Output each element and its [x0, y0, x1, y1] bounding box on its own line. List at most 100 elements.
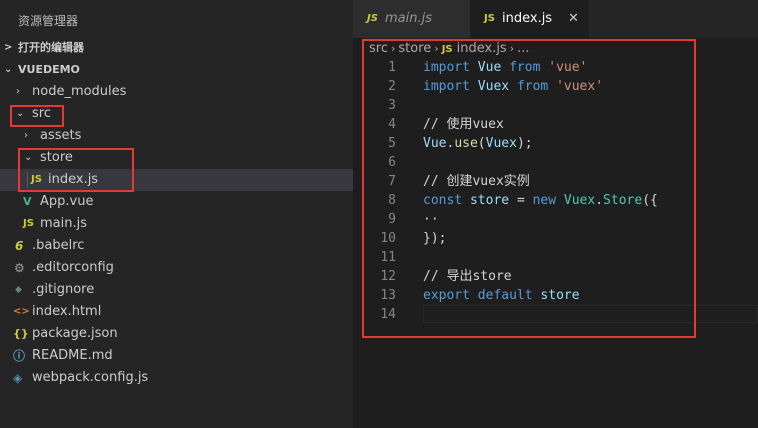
tree-item-webpack-config[interactable]: ◈ webpack.config.js — [0, 367, 353, 389]
line-number: 11 — [380, 250, 396, 265]
tree-item-package-json[interactable]: {} package.json — [0, 323, 353, 345]
line-number: 9 — [388, 212, 396, 227]
info-icon: ⓘ — [13, 349, 26, 363]
js-file-icon: JS — [31, 174, 42, 185]
tree-item-app-vue[interactable]: V App.vue — [0, 191, 353, 213]
open-editors-section[interactable]: > 打开的编辑器 — [0, 37, 353, 59]
code-editor[interactable]: 1 import Vue from 'vue' 2 import Vuex fr… — [353, 58, 758, 428]
tree-item-label: index.js — [48, 172, 99, 187]
tree-item-store[interactable]: ⌄ store — [0, 147, 353, 169]
chevron-right-icon: › — [390, 42, 396, 55]
code-line: 14 — [353, 305, 758, 324]
code-text: import Vuex from 'vuex' — [423, 79, 604, 94]
line-number: 2 — [388, 79, 396, 94]
line-number: 6 — [388, 155, 396, 170]
line-number: 10 — [380, 231, 396, 246]
tree-item-label: index.html — [32, 304, 102, 319]
breadcrumb: src › store › JS index.js ›... — [369, 39, 530, 59]
whitespace-marker: ·· — [423, 212, 439, 227]
explorer-title: 资源管理器 — [18, 14, 79, 28]
project-section[interactable]: ⌄ VUEDEMO — [0, 59, 353, 81]
tree-item-label: assets — [40, 128, 82, 143]
chevron-down-icon: ⌄ — [16, 108, 25, 119]
explorer-sidebar: 资源管理器 > 打开的编辑器 ⌄ VUEDEMO › node_modules … — [0, 0, 353, 428]
line-number: 12 — [380, 269, 396, 284]
tab-label: index.js — [502, 11, 553, 26]
chevron-right-icon: › — [434, 42, 439, 55]
code-text: }); — [423, 231, 447, 246]
tree-item-src[interactable]: ⌄ src — [0, 103, 353, 125]
code-line: 4 // 使用vuex — [353, 115, 758, 134]
tree-item-gitignore[interactable]: ◆ .gitignore — [0, 279, 353, 301]
tab-label: main.js — [385, 11, 432, 26]
code-line: 1 import Vue from 'vue' — [353, 58, 758, 77]
chevron-right-icon: › — [24, 130, 28, 141]
code-line: 13 export default store — [353, 286, 758, 305]
html-file-icon: <> — [13, 306, 30, 317]
line-number: 7 — [388, 174, 396, 189]
git-file-icon: ◆ — [15, 285, 22, 295]
js-file-icon: JS — [441, 44, 453, 55]
code-comment: // 导出store — [423, 269, 512, 284]
tab-index-js[interactable]: JS index.js ✕ — [470, 0, 589, 38]
webpack-file-icon: ◈ — [13, 371, 23, 385]
line-number: 1 — [388, 60, 396, 75]
tree-item-index-js[interactable]: JS index.js — [0, 169, 353, 191]
tree-item-label: src — [32, 106, 51, 121]
tree-item-label: .editorconfig — [32, 260, 114, 275]
code-line: 8 const store = new Vuex.Store({ — [353, 191, 758, 210]
chevron-right-icon: › — [16, 86, 20, 97]
code-text: import Vue from 'vue' — [423, 60, 588, 75]
tree-item-assets[interactable]: › assets — [0, 125, 353, 147]
breadcrumb-store[interactable]: store — [398, 41, 431, 56]
line-number: 8 — [388, 193, 396, 208]
tree-item-readme[interactable]: ⓘ README.md — [0, 345, 353, 367]
tree-item-label: .babelrc — [32, 238, 85, 253]
editor-tab-bar: JS main.js JS index.js ✕ — [353, 0, 758, 38]
code-line: 2 import Vuex from 'vuex' — [353, 77, 758, 96]
tree-item-label: README.md — [32, 348, 113, 363]
tree-item-label: .gitignore — [32, 282, 95, 297]
tree-item-label: store — [40, 150, 73, 165]
line-number: 3 — [388, 98, 396, 113]
code-line: 10 }); — [353, 229, 758, 248]
close-icon[interactable]: ✕ — [568, 0, 579, 38]
vue-file-icon: V — [23, 195, 32, 208]
line-number: 14 — [380, 307, 396, 322]
tree-item-label: webpack.config.js — [32, 370, 149, 385]
tree-item-babelrc[interactable]: 6 .babelrc — [0, 235, 353, 257]
tree-item-label: package.json — [32, 326, 118, 341]
tree-item-index-html[interactable]: <> index.html — [0, 301, 353, 323]
code-text: export default store — [423, 288, 580, 303]
chevron-down-icon: ⌄ — [24, 152, 33, 163]
tab-main-js[interactable]: JS main.js — [353, 0, 470, 38]
project-label: VUEDEMO — [18, 63, 80, 76]
tree-item-node-modules[interactable]: › node_modules — [0, 81, 353, 103]
babel-file-icon: 6 — [15, 239, 24, 253]
breadcrumb-index-js[interactable]: index.js — [457, 41, 507, 56]
code-comment: // 使用vuex — [423, 117, 504, 132]
tree-item-editorconfig[interactable]: ⚙ .editorconfig — [0, 257, 353, 279]
tree-item-main-js[interactable]: JS main.js — [0, 213, 353, 235]
breadcrumb-ellipsis[interactable]: ... — [517, 41, 529, 56]
code-line: 7 // 创建vuex实例 — [353, 172, 758, 191]
open-editors-label: 打开的编辑器 — [18, 41, 84, 54]
gear-icon: ⚙ — [14, 261, 25, 275]
chevron-right-icon: › — [509, 42, 515, 55]
chevron-right-icon: > — [4, 42, 13, 53]
breadcrumb-src[interactable]: src — [369, 41, 388, 56]
code-text: Vue.use(Vuex); — [423, 136, 533, 151]
code-text: const store = new Vuex.Store({ — [423, 193, 658, 208]
code-line: 9 ·· — [353, 210, 758, 229]
json-file-icon: {} — [13, 327, 29, 340]
line-number: 5 — [388, 136, 396, 151]
line-number: 4 — [388, 117, 396, 132]
code-line: 3 — [353, 96, 758, 115]
js-file-icon: JS — [23, 218, 34, 229]
tree-item-label: main.js — [40, 216, 87, 231]
js-file-icon: JS — [367, 13, 378, 24]
code-line: 6 — [353, 153, 758, 172]
code-line: 12 // 导出store — [353, 267, 758, 286]
code-comment: // 创建vuex实例 — [423, 174, 530, 189]
code-line: 11 — [353, 248, 758, 267]
